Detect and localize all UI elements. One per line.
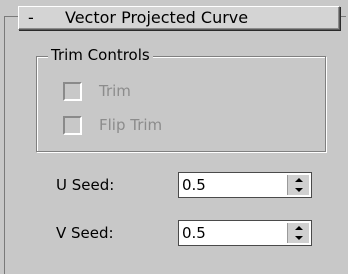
- v-seed-spinner-arrows[interactable]: [287, 223, 309, 243]
- triangle-down-icon[interactable]: [288, 185, 309, 195]
- flip-trim-label: Flip Trim: [99, 116, 163, 134]
- v-seed-spinner[interactable]: [178, 220, 312, 246]
- trim-controls-label: Trim Controls: [48, 47, 153, 64]
- collapse-icon: -: [28, 8, 34, 27]
- triangle-down-icon[interactable]: [288, 233, 309, 243]
- v-seed-input[interactable]: [182, 223, 282, 243]
- triangle-up-icon[interactable]: [288, 223, 309, 233]
- trim-label: Trim: [99, 82, 131, 100]
- triangle-up-icon[interactable]: [288, 175, 309, 185]
- trim-checkbox[interactable]: [63, 82, 82, 101]
- u-seed-spinner-arrows[interactable]: [287, 175, 309, 195]
- v-seed-label: V Seed:: [56, 224, 114, 242]
- rollout-header-button[interactable]: - Vector Projected Curve: [18, 6, 340, 30]
- rollout-title: Vector Projected Curve: [65, 8, 249, 27]
- u-seed-spinner[interactable]: [178, 172, 312, 198]
- u-seed-input[interactable]: [182, 175, 282, 195]
- u-seed-label: U Seed:: [56, 176, 115, 194]
- trim-controls-groupbox: [36, 56, 326, 152]
- flip-trim-checkbox[interactable]: [63, 116, 82, 135]
